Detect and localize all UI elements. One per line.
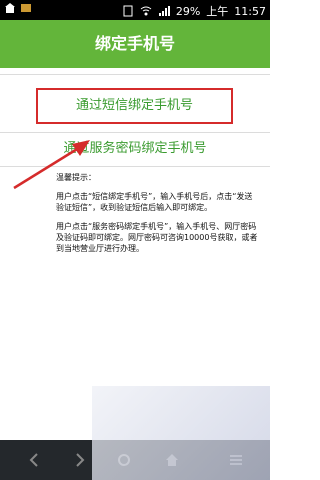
forward-icon[interactable] [72, 452, 88, 468]
back-icon[interactable] [26, 452, 42, 468]
blurred-overlay [92, 386, 270, 480]
